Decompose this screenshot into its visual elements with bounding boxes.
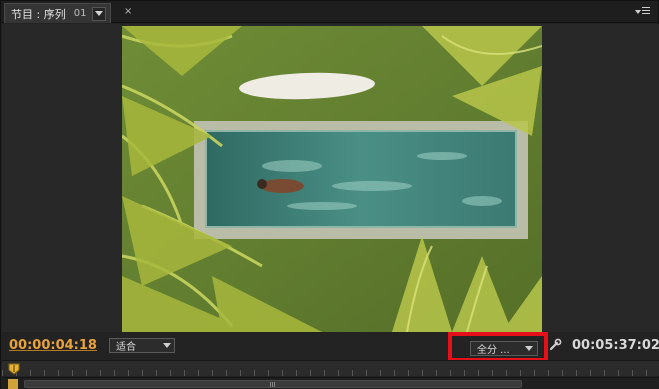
grip-icon bbox=[270, 382, 276, 387]
ruler-ticks bbox=[2, 370, 659, 376]
tab-program-sequence[interactable]: 节目 : 序列 01 bbox=[4, 3, 112, 23]
sequence-number: 01 bbox=[73, 8, 87, 19]
duration-timecode: 00:05:37:02 bbox=[572, 338, 659, 353]
playback-resolution-dropdown[interactable]: 全分 ... bbox=[470, 341, 538, 356]
video-frame bbox=[122, 26, 542, 332]
close-icon[interactable]: × bbox=[124, 6, 132, 18]
wrench-icon[interactable] bbox=[548, 338, 562, 352]
program-viewer bbox=[2, 24, 659, 332]
quality-label: 全分 ... bbox=[477, 345, 510, 356]
chevron-down-icon bbox=[525, 346, 533, 351]
scrollbar-thumb[interactable] bbox=[24, 380, 522, 388]
tab-label: 节目 : 序列 bbox=[11, 7, 66, 21]
monitor-controls: 00:00:04:18 适合 全分 ... 00:05:37:02 bbox=[2, 332, 659, 362]
chevron-down-icon[interactable] bbox=[92, 6, 107, 21]
program-monitor-panel: 节目 : 序列 01 × 00:00:04:18 适合 全分 ... 00:05… bbox=[0, 0, 659, 389]
zoom-scrollbar[interactable] bbox=[2, 377, 659, 389]
fit-label: 适合 bbox=[116, 342, 136, 353]
panel-menu-icon[interactable] bbox=[635, 7, 650, 17]
highlight-box: 全分 ... bbox=[448, 332, 548, 362]
current-timecode[interactable]: 00:00:04:18 bbox=[9, 338, 97, 353]
time-ruler[interactable] bbox=[2, 360, 659, 376]
chevron-down-icon bbox=[163, 343, 171, 348]
scroll-handle-icon[interactable] bbox=[8, 379, 18, 389]
playhead-icon[interactable] bbox=[8, 363, 20, 375]
zoom-fit-dropdown[interactable]: 适合 bbox=[109, 338, 175, 353]
panel-tab-bar: 节目 : 序列 01 × bbox=[1, 1, 658, 23]
aerial-pool-image bbox=[122, 26, 542, 332]
